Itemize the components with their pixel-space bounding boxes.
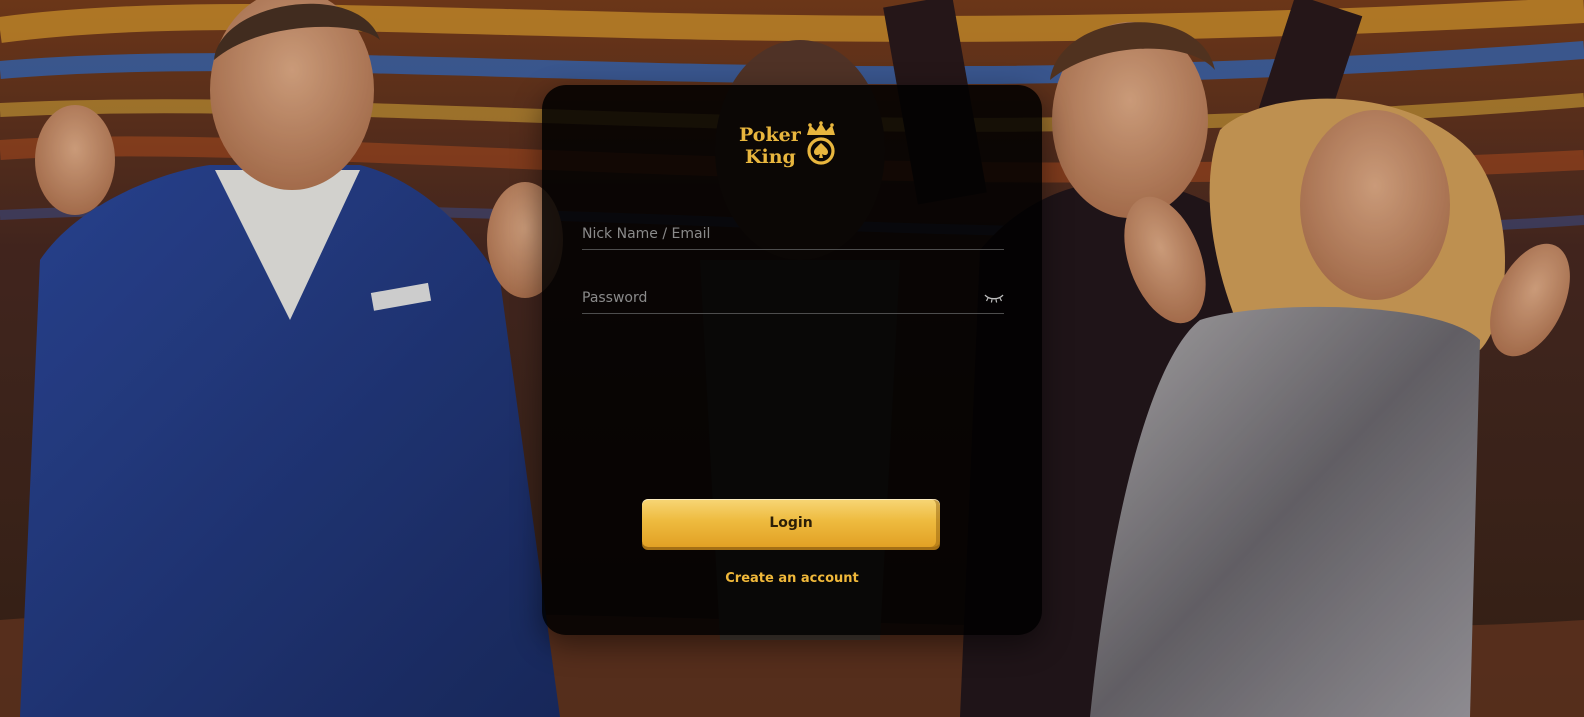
spade-icon [814,143,828,158]
nickname-field [582,219,1004,250]
logo-text-poker: Poker [739,124,802,146]
logo-text-king: King [745,146,796,168]
poker-king-logo: Poker King [737,121,847,169]
password-field [582,283,1004,314]
login-button[interactable]: Login [642,499,940,547]
login-panel: Poker King Login Create an acco [542,85,1042,635]
eye-closed-icon[interactable] [984,291,1004,305]
password-input[interactable] [582,283,1004,313]
create-account-link[interactable]: Create an account [542,571,1042,586]
nickname-input[interactable] [582,219,1004,249]
